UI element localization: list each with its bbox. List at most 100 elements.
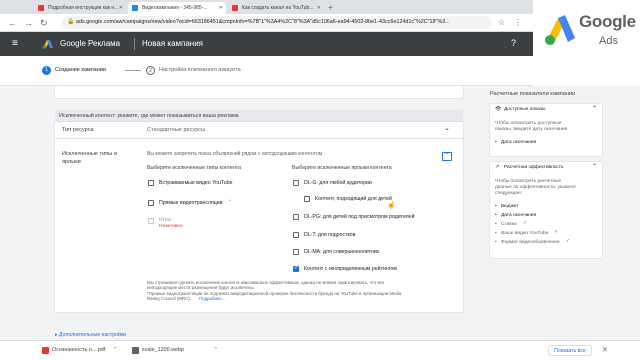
bullet-icon: • (495, 240, 497, 245)
close-icon[interactable]: ✕ (219, 2, 223, 14)
note-text: неподходящие места размещения будут искл… (147, 285, 255, 290)
new-tab-button[interactable]: + (328, 2, 333, 14)
watermark-google-text: Google (579, 12, 636, 31)
chevron-down-icon[interactable]: ⌄ (444, 125, 450, 133)
watermark-ads-text: Ads (599, 35, 618, 47)
previous-card-bottom (55, 86, 463, 98)
check-icon: ✓ (566, 239, 571, 244)
bullet-icon: • (495, 204, 497, 209)
url-text: ads.google.com/aw/campaigns/new/video?oc… (76, 19, 450, 25)
checkbox-dl-g[interactable] (293, 180, 299, 186)
types-heading: Выберите исключенные типы контента (147, 165, 242, 171)
brand-name: Google Реклама (60, 39, 121, 48)
divider (55, 138, 463, 139)
youtube-icon (38, 5, 44, 11)
footnote-asterisk: * (229, 198, 231, 203)
help-icon[interactable]: ? (511, 38, 516, 48)
step-label[interactable]: Настройка платежного аккаунта (159, 66, 241, 75)
impressions-title: Доступные показы (504, 107, 546, 112)
step-connector (125, 70, 141, 71)
checkbox-kids-content[interactable] (304, 196, 310, 202)
chevron-up-icon[interactable]: ⌃ (113, 347, 118, 353)
inventory-type-value[interactable]: Стандартные ресурсы (147, 126, 205, 134)
step-number: 2 (146, 66, 155, 75)
note-text: Rating Council (MRC). (147, 296, 191, 301)
ads-header: ≡ Google Реклама Новая кампания ? (0, 32, 533, 56)
forward-icon[interactable]: → (24, 17, 33, 29)
image-file-icon (132, 347, 139, 354)
google-ads-watermark: Google Ads (533, 0, 640, 64)
checkbox-label: DL-G: для любой аудитории (304, 180, 372, 186)
google-ads-favicon (132, 5, 138, 11)
checkbox-embedded-youtube[interactable] (148, 180, 154, 186)
requirement-item: Ставка (501, 222, 517, 227)
more-settings-link[interactable]: ▸ Дополнительные настройки (55, 332, 126, 338)
tab-title: Как создать канал на YouTub... (242, 5, 314, 11)
checkbox-live-streams[interactable] (148, 200, 154, 206)
checkbox-label: DL-PG: для детей под присмотром родителе… (304, 214, 415, 220)
excluded-types-description: Вы можете запретить показ объявлений ряд… (147, 151, 323, 157)
impressions-card: 👁 Доступные показы ⌃ Чтобы посмотреть до… (490, 104, 602, 156)
download-item[interactable]: Осознанность н....pdf ⌃ (42, 346, 117, 355)
cursor-icon: ☝ (387, 202, 396, 209)
google-ads-logo-icon (42, 40, 53, 49)
google-ads-logo-icon (545, 15, 575, 45)
browser-tab-active[interactable]: Видеокампания - 345-985-... ✕ (128, 2, 226, 14)
requirement-item: Дата окончания (501, 213, 537, 218)
requirement-item: Бюджет (501, 204, 519, 209)
performance-card: ↗ Расчетная эффективность ⌃ Чтобы посмот… (490, 162, 602, 258)
performance-text: следующее: (495, 191, 523, 196)
menu-icon[interactable]: ⋮ (514, 17, 522, 29)
eye-icon: 👁 (495, 107, 502, 112)
download-filename: Осознанность н....pdf (52, 347, 106, 353)
inactive-status: Неактивно (159, 224, 183, 229)
pdf-file-icon (42, 347, 49, 354)
more-settings-label: Дополнительные настройки (59, 332, 127, 338)
step-number: 1 (42, 66, 51, 75)
chevron-up-icon[interactable]: ⌃ (592, 164, 597, 171)
chevron-up-icon[interactable]: ⌃ (442, 152, 452, 161)
header-divider (134, 38, 135, 50)
checkbox-dl-t[interactable] (293, 232, 299, 238)
show-all-button[interactable]: Показать все (548, 345, 592, 356)
download-bar: Осознанность н....pdf ⌃ scale_1200.webp … (0, 340, 640, 360)
excluded-types-label-2: ярлыки (62, 159, 81, 165)
check-icon: ✓ (523, 221, 528, 226)
checkbox-unrated[interactable] (293, 265, 299, 272)
exclusions-card: Тип ресурса Стандартные ресурсы ⌄ Исключ… (55, 122, 463, 312)
url-field[interactable]: 🔒 ads.google.com/aw/campaigns/new/video?… (62, 16, 492, 29)
labels-heading: Выберите исключенные ярлыки контента (292, 165, 392, 171)
requirement-item: Ваше видео YouTube (501, 231, 549, 236)
learn-more-link[interactable]: Подробнее... (199, 296, 225, 302)
checkbox-games-disabled (148, 218, 154, 224)
checkbox-dl-pg[interactable] (293, 214, 299, 220)
main-content: Исключенный контент: укажите, где может … (0, 86, 480, 340)
youtube-icon (232, 5, 238, 11)
close-icon[interactable]: ✕ (602, 346, 608, 354)
download-item[interactable]: scale_1200.webp ⌃ (132, 346, 218, 355)
bullet-icon: • (495, 140, 497, 145)
reload-icon[interactable]: ↻ (40, 17, 48, 29)
browser-tab[interactable]: Как создать канал на YouTub... ✕ (228, 2, 324, 14)
chevron-up-icon[interactable]: ⌃ (213, 347, 218, 353)
inventory-type-label: Тип ресурса (62, 127, 94, 133)
close-icon[interactable]: ✕ (317, 2, 321, 14)
checkbox-label: DL-T: для подростков (304, 232, 356, 238)
estimates-panel: Расчетные показатели кампании 👁 Доступны… (480, 86, 640, 340)
star-icon[interactable]: ☆ (498, 17, 505, 29)
lock-icon: 🔒 (67, 19, 75, 25)
step-label[interactable]: Создание кампании (55, 66, 106, 75)
requirement-item: Формат видеообъявления (501, 240, 560, 245)
estimates-title: Расчетные показатели кампании (490, 91, 576, 97)
excluded-types-label: Исключенные типы и (62, 151, 117, 157)
chevron-up-icon[interactable]: ⌃ (592, 106, 597, 113)
back-icon[interactable]: ← (8, 17, 17, 29)
hamburger-menu-icon[interactable]: ≡ (12, 38, 18, 50)
close-icon[interactable]: ✕ (119, 2, 123, 14)
impressions-text: показы, введите дату окончания (495, 127, 568, 132)
bullet-icon: • (495, 222, 497, 227)
bullet-icon: • (495, 213, 497, 218)
bullet-icon: • (495, 231, 497, 236)
checkbox-dl-ma[interactable] (293, 249, 299, 255)
browser-tab[interactable]: Подробная инструкция как н... ✕ (34, 2, 126, 14)
